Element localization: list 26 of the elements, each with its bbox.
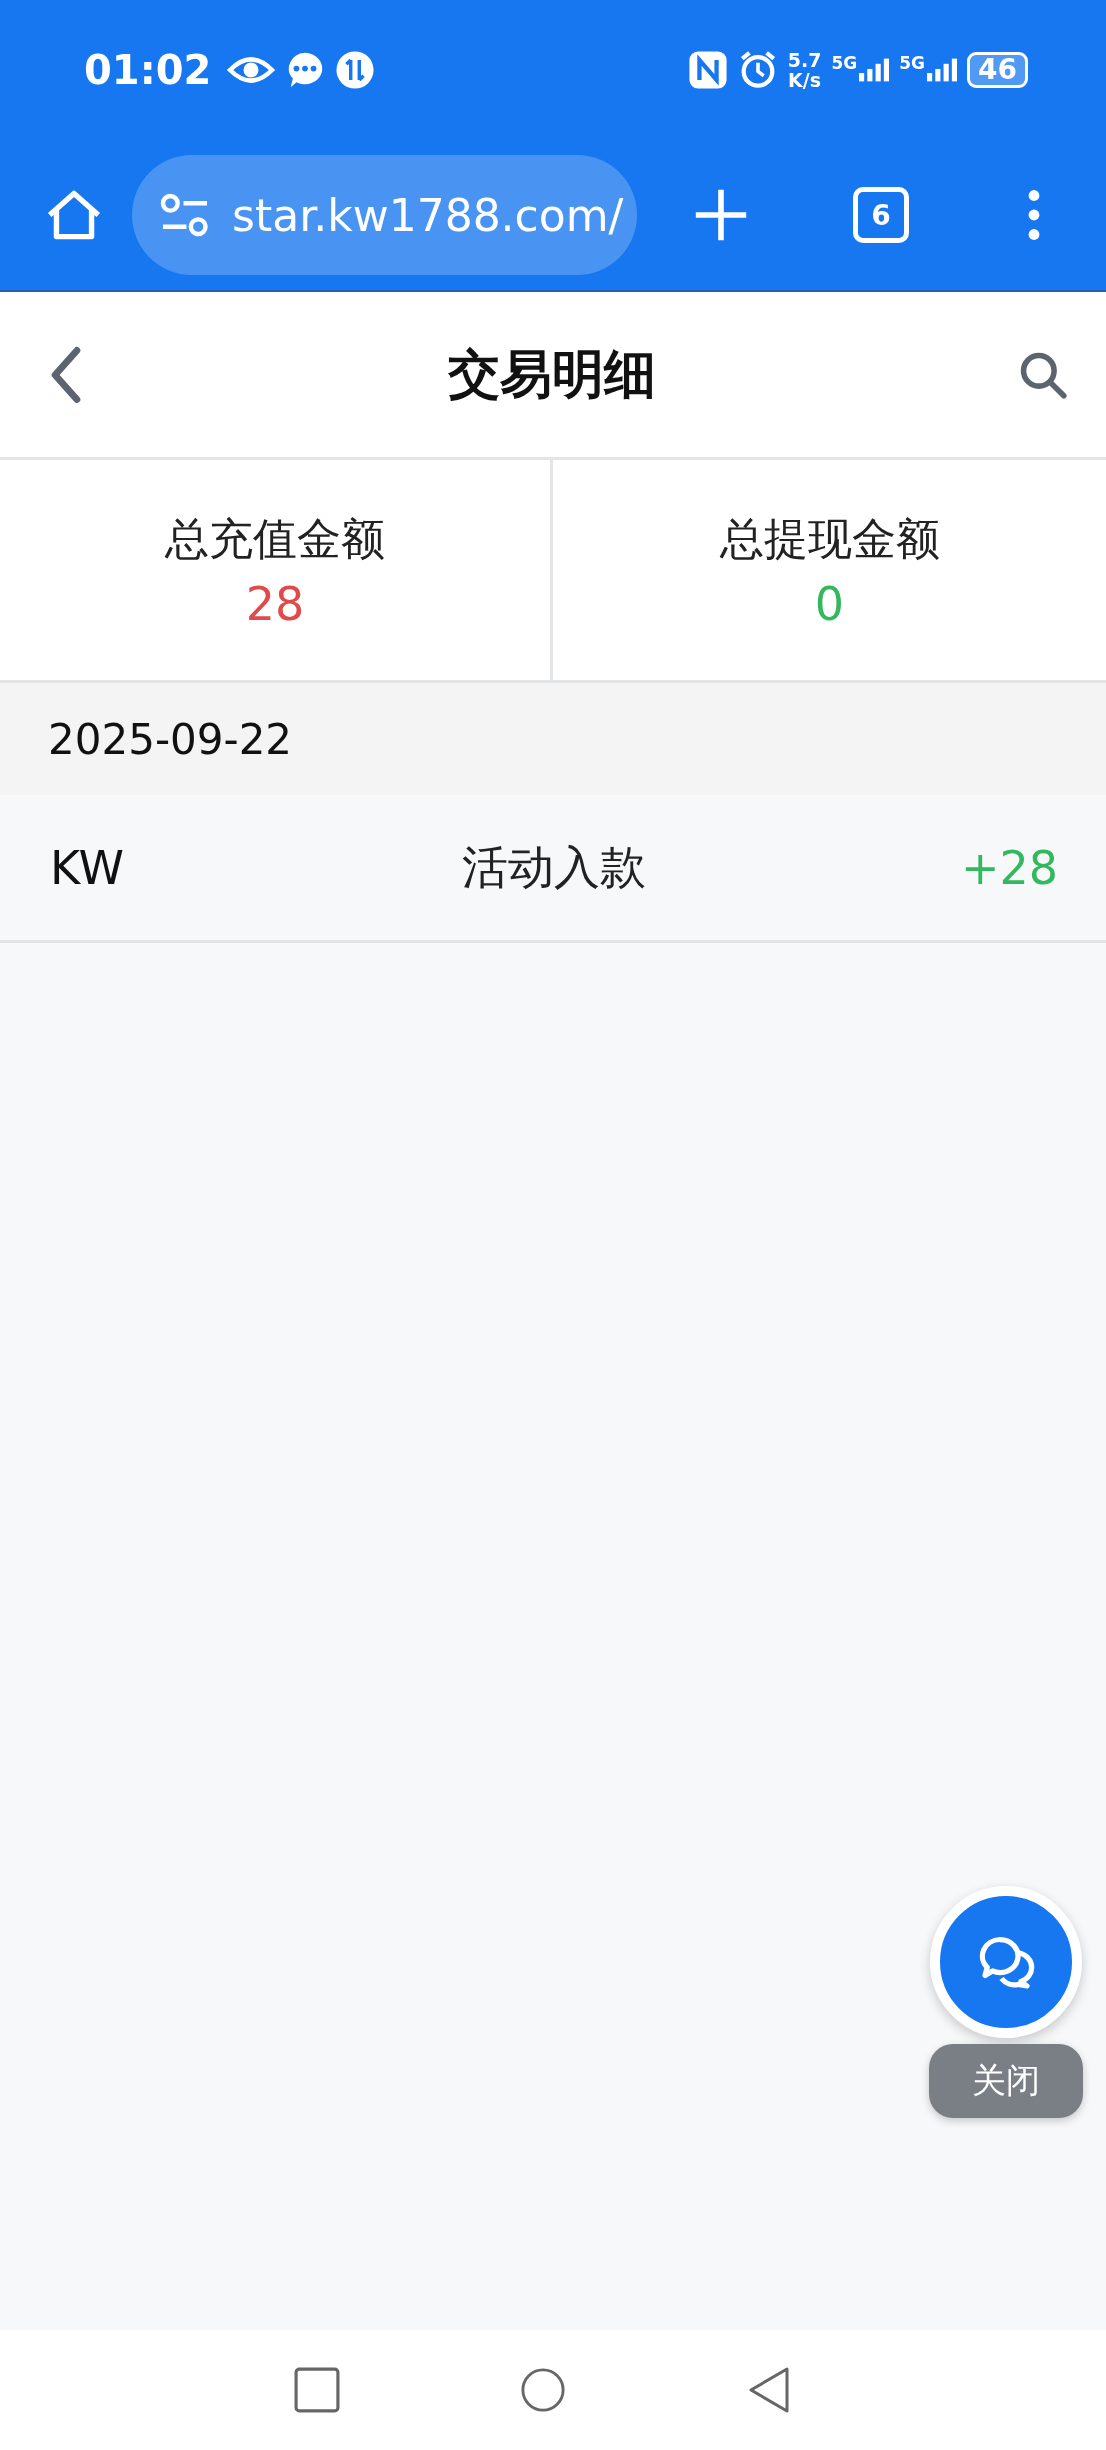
transaction-amount: +28 [960,840,1058,895]
summary-amount: 0 [814,576,845,631]
tab-count-button[interactable]: 6 [853,187,909,243]
summary-amount: 28 [245,576,305,631]
page-title: 交易明细 [448,342,656,406]
site-settings-icon[interactable] [160,193,210,237]
network-type: 5G [831,53,858,73]
menu-icon[interactable] [1027,189,1041,241]
data-transfer-icon [335,50,376,90]
url-text: star.kw1788.com/ [232,189,624,241]
home-circle-icon[interactable] [520,2366,566,2414]
summary-label: 总提现金额 [719,511,940,566]
account-name: KW [50,840,125,895]
close-button[interactable]: 关闭 [929,2044,1083,2118]
battery-level: 46 [967,52,1028,88]
date-heading: 2025-09-22 [48,714,293,764]
transaction-type: 活动入款 [462,838,646,896]
address-bar[interactable]: star.kw1788.com/ [132,155,637,275]
clock-time: 01:02 [84,47,212,93]
network-type: 5G [899,53,926,73]
summary-label: 总充值金额 [165,511,385,566]
recent-apps-icon[interactable] [294,2366,340,2414]
add-tab-icon[interactable] [693,187,749,243]
network-speed-unit: K/s [788,70,822,90]
nfc-icon [687,50,728,90]
network-speed: 5.7 [787,50,822,70]
